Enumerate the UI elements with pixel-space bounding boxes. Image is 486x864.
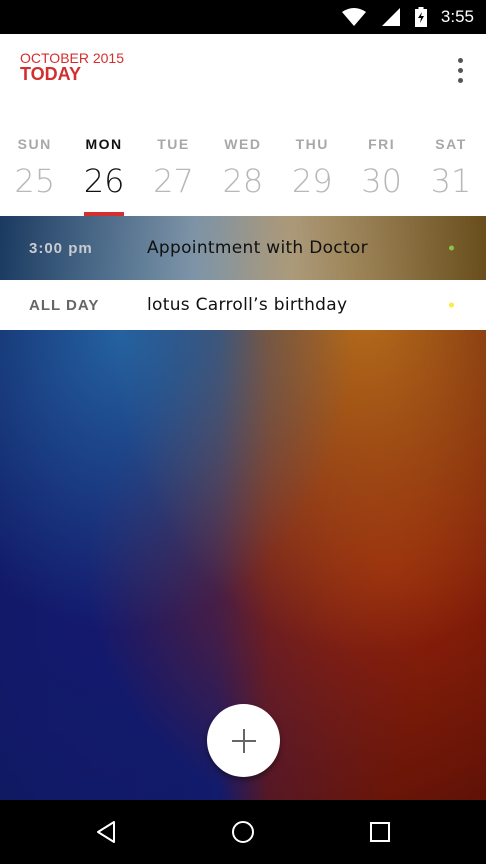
recents-button[interactable] xyxy=(366,818,394,846)
event-color-dot xyxy=(449,302,454,308)
back-button[interactable] xyxy=(92,818,120,846)
day-number: 28 xyxy=(222,162,264,200)
event-row[interactable]: 3:00 pm Appointment with Doctor xyxy=(0,216,486,280)
day-name: MON xyxy=(85,136,123,152)
event-time: 3:00 pm xyxy=(29,239,93,257)
back-icon xyxy=(97,821,115,843)
day-name: TUE xyxy=(157,136,190,152)
status-time: 3:55 xyxy=(440,7,474,26)
day-sun[interactable]: SUN 25 xyxy=(0,134,69,216)
add-event-button[interactable] xyxy=(207,704,280,777)
calendar-header: OCTOBER 2015 TODAY SUN 25 MON 26 TUE 27 … xyxy=(0,34,486,216)
recents-icon xyxy=(370,822,390,842)
event-row[interactable]: ALL DAY lotus Carroll’s birthday xyxy=(0,280,486,330)
plus-icon xyxy=(231,728,256,753)
day-tue[interactable]: TUE 27 xyxy=(139,134,208,216)
event-title: lotus Carroll’s birthday xyxy=(147,295,348,315)
signal-icon xyxy=(381,8,400,26)
day-name: THU xyxy=(295,136,329,152)
home-button[interactable] xyxy=(229,818,257,846)
day-number: 29 xyxy=(291,162,333,200)
more-vert-icon[interactable] xyxy=(448,52,472,88)
today-button[interactable]: TODAY xyxy=(20,64,81,85)
day-name: WED xyxy=(224,136,262,152)
day-number: 27 xyxy=(153,162,194,200)
day-number: 30 xyxy=(361,162,402,200)
home-icon xyxy=(232,821,254,843)
event-color-dot xyxy=(449,245,454,251)
week-strip: SUN 25 MON 26 TUE 27 WED 28 THU 29 FRI 3… xyxy=(0,134,486,216)
day-fri[interactable]: FRI 30 xyxy=(347,134,416,216)
menu-dot xyxy=(457,77,463,83)
day-thu[interactable]: THU 29 xyxy=(278,134,347,216)
day-sat[interactable]: SAT 31 xyxy=(416,134,485,216)
event-title: Appointment with Doctor xyxy=(147,238,368,258)
day-name: FRI xyxy=(368,136,396,152)
day-name: SAT xyxy=(435,136,467,152)
day-name: SUN xyxy=(17,136,52,152)
wifi-icon xyxy=(341,8,366,26)
day-mon[interactable]: MON 26 xyxy=(69,134,138,216)
navigation-bar xyxy=(0,800,486,864)
day-wed[interactable]: WED 28 xyxy=(208,134,277,216)
menu-dot xyxy=(457,57,463,63)
day-number: 26 xyxy=(83,162,125,200)
day-number: 25 xyxy=(14,162,56,200)
status-icons: 3:55 xyxy=(341,0,474,34)
menu-dot xyxy=(457,67,463,73)
status-bar: 3:55 xyxy=(0,0,486,34)
day-number: 31 xyxy=(430,162,472,200)
event-time: ALL DAY xyxy=(29,296,100,314)
battery-charging-icon xyxy=(414,7,427,27)
